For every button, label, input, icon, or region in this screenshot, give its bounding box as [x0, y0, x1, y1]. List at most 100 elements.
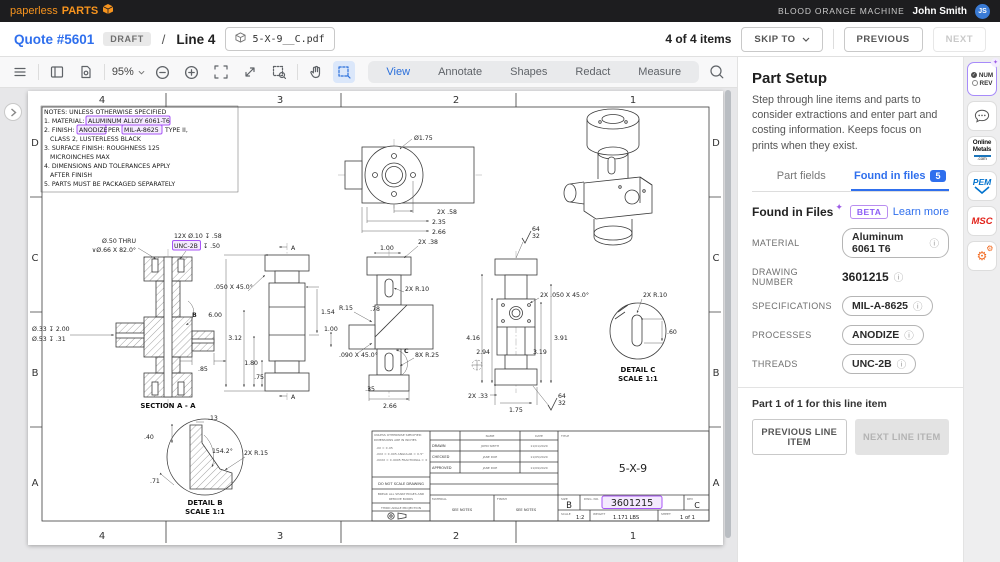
detail-b-callout: B [192, 312, 197, 319]
extracted-term[interactable]: ANODIZE [79, 127, 108, 134]
divider [738, 387, 963, 388]
tab-redact[interactable]: Redact [561, 66, 624, 78]
settings-card[interactable]: ⚙⚙ [967, 241, 997, 271]
resize-diagonal-icon[interactable] [239, 61, 261, 83]
process-pill[interactable]: ANODIZE ⓘ [842, 325, 924, 345]
avatar[interactable]: JS [975, 4, 990, 19]
msc-card[interactable]: MSC [967, 206, 997, 236]
num-radio[interactable]: ✓NUM [971, 72, 993, 79]
previous-button[interactable]: PREVIOUS [844, 27, 923, 52]
dim-label: 3.19 [533, 349, 547, 356]
zoom-level-dropdown[interactable]: 95% [112, 66, 145, 78]
user-name[interactable]: John Smith [913, 6, 967, 17]
tab-measure[interactable]: Measure [624, 66, 695, 78]
skip-to-button[interactable]: SKIP TO [741, 27, 822, 52]
num-rev-toggle[interactable]: ✦ ✓NUM REV [967, 62, 997, 96]
pem-card[interactable]: PEM [967, 171, 997, 201]
online-metals-card[interactable]: Online Metals .com [967, 136, 997, 166]
tb-text: SEE NOTES [452, 508, 473, 512]
info-icon[interactable]: ⓘ [913, 299, 923, 313]
tb-text: DIMENSIONS ARE IN INCHES [374, 438, 417, 442]
tb-text: REV [687, 497, 694, 501]
search-icon[interactable] [706, 61, 728, 83]
dim-label: 2.66 [383, 403, 397, 410]
pill-value: UNC-2B [852, 358, 892, 370]
pan-hand-icon[interactable] [305, 61, 327, 83]
dim-label: .75 [254, 374, 264, 381]
note-line: CLASS 2, LUSTERLESS BLACK [50, 136, 142, 143]
tab-found-in-files[interactable]: Found in files5 [851, 164, 950, 191]
info-icon[interactable]: ⓘ [929, 236, 939, 250]
notes-block: NOTES: UNLESS OTHERWISE SPECIFIED 1. MAT… [41, 106, 238, 192]
dim-label: 12X Ø.10 ↧ .58 [174, 232, 222, 240]
thread-pill[interactable]: UNC-2B ⓘ [842, 354, 916, 374]
dim-label: 3.12 [228, 335, 242, 342]
file-chip[interactable]: 5-X-9__C.pdf [225, 27, 334, 51]
next-line-item-button[interactable]: NEXT LINE ITEM [855, 419, 950, 455]
dim-label: 2X R.10 [405, 286, 429, 293]
section-arrow-label: A [291, 394, 296, 401]
paperless-parts-logo[interactable]: paperlessPARTS [10, 2, 114, 20]
dim-label: 1.00 [324, 326, 338, 333]
learn-more-link[interactable]: Learn more [893, 206, 949, 218]
dim-label: .40 [144, 434, 154, 441]
drawing-page[interactable]: 4 3 2 1 4 3 2 1 D C B A D C B A [28, 91, 723, 545]
info-icon[interactable]: ⓘ [904, 328, 914, 342]
marquee-zoom-icon[interactable] [268, 61, 290, 83]
vertical-scrollbar[interactable] [725, 90, 731, 538]
viewer-toolbar: 95% View Annotate Shapes Redact Measure [0, 57, 737, 88]
tab-view[interactable]: View [372, 66, 424, 78]
extracted-drawing-number[interactable]: 3601215 [611, 498, 653, 509]
tab-part-fields[interactable]: Part fields [752, 164, 851, 191]
tb-text: BREAK ALL SHARP EDGES AND [378, 492, 425, 496]
material-pill[interactable]: Aluminum 6061 T6 ⓘ [842, 228, 949, 258]
panel-expander-button[interactable] [4, 103, 22, 121]
page-settings-icon[interactable] [75, 61, 97, 83]
tb-text: NAME [486, 434, 495, 438]
zoom-out-icon[interactable] [152, 61, 174, 83]
extracted-term[interactable]: ALUMINUM ALLOY 6061-T6 [88, 118, 170, 125]
divider [38, 64, 39, 80]
next-button[interactable]: NEXT [933, 27, 986, 52]
note-line: NOTES: UNLESS OTHERWISE SPECIFIED [44, 109, 167, 116]
dim-label: 2X .050 X 45.0° [540, 291, 589, 299]
view-scale: SCALE 1:1 [618, 375, 658, 383]
info-icon[interactable]: ⓘ [894, 270, 904, 284]
detail-c-callout: C [404, 348, 409, 355]
dim-label: 1.00 [380, 245, 394, 252]
info-icon[interactable]: ⓘ [897, 357, 907, 371]
part-pagination-text: Part 1 of 1 for this line item [752, 398, 949, 410]
finish-mark: 32 [532, 233, 540, 240]
field-label: MATERIAL [752, 238, 842, 248]
previous-line-item-button[interactable]: PREVIOUS LINE ITEM [752, 419, 847, 455]
zoom-in-icon[interactable] [181, 61, 203, 83]
field-row-threads: THREADS UNC-2B ⓘ [752, 354, 949, 374]
specification-pill[interactable]: MIL-A-8625 ⓘ [842, 296, 933, 316]
zone-label: C [713, 253, 720, 264]
online-metals-suffix: .com [977, 157, 986, 162]
tab-annotate[interactable]: Annotate [424, 66, 496, 78]
note-line: 3. SURFACE FINISH: ROUGHNESS 125 [44, 145, 160, 152]
dim-label: 8X R.25 [415, 352, 439, 359]
extracted-term[interactable]: UNC-2B [174, 243, 198, 250]
rev-radio[interactable]: REV [972, 80, 993, 87]
tb-text: DWG. NO. [584, 497, 599, 501]
tab-shapes[interactable]: Shapes [496, 66, 561, 78]
middle-view: 1.00 2X .38 2X R.10 .78 R.15 1.00 .090 X… [324, 239, 482, 410]
tb-text: MATERIAL [432, 497, 447, 501]
chat-button[interactable] [967, 101, 997, 131]
zone-label: 2 [453, 95, 459, 106]
page-panel-icon[interactable] [46, 61, 68, 83]
viewer-canvas[interactable]: 4 3 2 1 4 3 2 1 D C B A D C B A [0, 88, 737, 562]
note-line: 2. FINISH: [44, 127, 74, 134]
dim-label: .35 [365, 386, 375, 393]
app-top-bar: paperlessPARTS BLOOD ORANGE MACHINE John… [0, 0, 1000, 22]
extracted-term[interactable]: MIL-A-8625 [124, 127, 159, 134]
select-tool-icon[interactable] [333, 61, 355, 83]
fit-screen-icon[interactable] [210, 61, 232, 83]
menu-icon[interactable] [9, 61, 31, 83]
zone-label: 1 [630, 531, 636, 542]
weight-value: 1.171 LBS [613, 515, 639, 521]
quote-link[interactable]: Quote #5601 [14, 32, 94, 47]
found-in-files-header: Found in Files [752, 205, 833, 219]
